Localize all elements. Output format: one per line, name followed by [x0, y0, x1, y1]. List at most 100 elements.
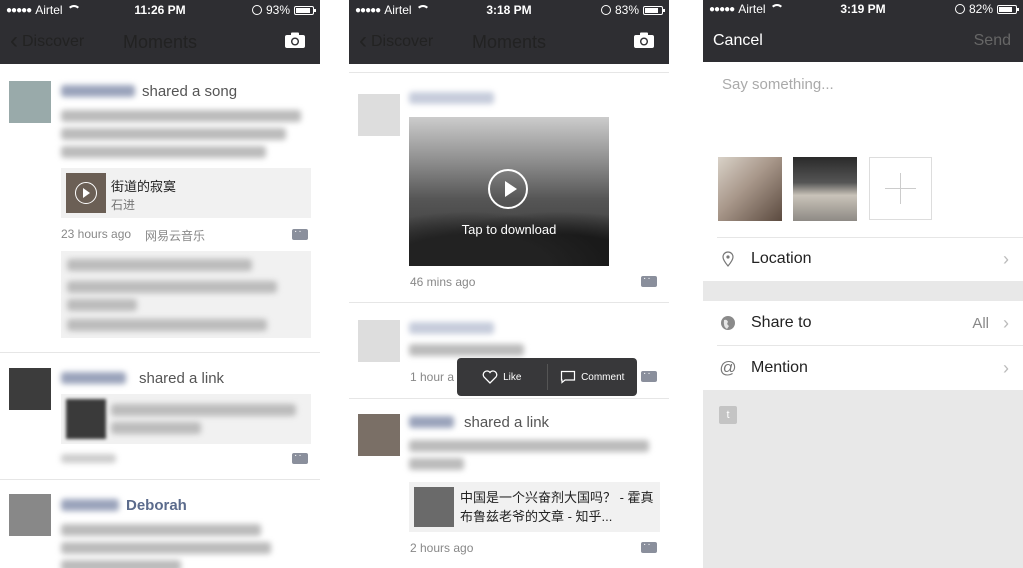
comment-icon[interactable]: [292, 450, 308, 464]
location-label: Location: [751, 250, 812, 267]
post-text-blurred: [61, 146, 266, 158]
compose-input[interactable]: Say something...: [722, 76, 834, 93]
avatar[interactable]: [9, 81, 51, 123]
avatar[interactable]: [358, 320, 400, 362]
username-blurred[interactable]: [409, 322, 494, 334]
post-time: 23 hours ago: [61, 227, 132, 241]
attached-photo[interactable]: [793, 157, 857, 221]
reply-blurred: [67, 281, 277, 293]
post-text-blurred: [409, 344, 524, 356]
username-blurred[interactable]: [409, 416, 454, 428]
battery-percent: 83%: [614, 3, 639, 17]
alarm-icon: [600, 5, 611, 15]
shared-song-label: shared a song: [142, 83, 238, 100]
like-comment-popup: Like Comment: [457, 358, 637, 396]
status-bar: ●●●●● Airtel 3:18 PM 83%: [349, 0, 669, 20]
play-icon: [75, 182, 97, 204]
post-author-name[interactable]: Deborah: [126, 497, 187, 514]
post-source[interactable]: 网易云音乐: [145, 227, 205, 244]
alarm-icon: [251, 5, 262, 15]
location-row[interactable]: Location ›: [717, 237, 1023, 281]
page-title: Moments: [122, 32, 198, 52]
username-blurred[interactable]: [61, 85, 135, 97]
link-text-blurred: [111, 422, 201, 434]
username-blurred[interactable]: [409, 92, 494, 104]
status-bar: ●●●●● Airtel 3:19 PM 82%: [703, 0, 1023, 18]
divider: [0, 352, 320, 353]
feed: Tap to download 46 mins ago 1 hour a Lik…: [349, 64, 669, 568]
divider: [349, 398, 669, 399]
share-to-label: Share to: [751, 314, 812, 331]
carrier-label: Airtel: [738, 2, 766, 16]
wifi-icon: [66, 5, 81, 15]
avatar[interactable]: [9, 368, 51, 410]
carrier-label: Airtel: [35, 3, 63, 17]
avatar[interactable]: [358, 94, 400, 136]
phone-moments-feed-1: ●●●●● Airtel 11:26 PM 93% ‹ Discover Mom…: [0, 0, 320, 568]
signal-icon: ●●●●●: [709, 3, 735, 15]
avatar[interactable]: [358, 414, 400, 456]
phone-moments-feed-2: ●●●●● Airtel 3:18 PM 83% ‹ Discover Mome…: [349, 0, 669, 568]
cancel-button[interactable]: Cancel: [713, 20, 763, 62]
like-label: Like: [503, 371, 522, 383]
comment-icon[interactable]: [641, 368, 657, 382]
camera-icon[interactable]: [284, 32, 306, 49]
avatar[interactable]: [9, 494, 51, 536]
like-button[interactable]: Like: [457, 358, 547, 396]
divider: [0, 479, 320, 480]
link-card[interactable]: 中国是一个兴奋剂大国吗？ - 霍真布鲁兹老爷的文章 - 知乎...: [409, 482, 660, 532]
video-thumbnail[interactable]: Tap to download: [409, 117, 609, 266]
song-card[interactable]: 街道的寂寞 石进: [61, 168, 311, 218]
username-blurred[interactable]: [61, 372, 126, 384]
chevron-right-icon: ›: [1003, 312, 1009, 333]
post-time: 1 hour a: [410, 370, 455, 384]
reply-blurred: [67, 259, 252, 271]
album-art: [66, 173, 106, 213]
globe-icon: [719, 314, 737, 332]
carrier-label: Airtel: [384, 3, 412, 17]
post-time: 46 mins ago: [410, 275, 476, 289]
battery-percent: 82%: [968, 2, 993, 16]
share-to-row[interactable]: Share to All ›: [717, 301, 1023, 345]
mention-label: Mention: [751, 359, 808, 376]
location-pin-icon: [719, 250, 737, 268]
mention-row[interactable]: @ Mention ›: [717, 346, 1023, 390]
play-icon[interactable]: [488, 169, 528, 209]
divider: [349, 72, 669, 73]
chevron-right-icon: ›: [1003, 248, 1009, 269]
battery-icon: [997, 4, 1019, 14]
comment-button[interactable]: Comment: [548, 358, 638, 396]
comment-label: Comment: [581, 371, 625, 383]
post-time: 2 hours ago: [410, 541, 474, 555]
page-title: Moments: [471, 32, 547, 52]
post-text-blurred: [61, 524, 261, 536]
link-thumb: [414, 487, 454, 527]
battery-icon: [294, 5, 316, 15]
reply-blurred: [67, 319, 267, 331]
phone-compose-moment: ●●●●● Airtel 3:19 PM 82% Cancel Send Say…: [703, 0, 1023, 568]
share-to-value: All: [972, 314, 989, 332]
post-text-blurred: [61, 560, 181, 568]
comment-icon[interactable]: [292, 226, 308, 240]
link-text-blurred: [111, 404, 296, 416]
send-button[interactable]: Send: [974, 20, 1011, 62]
replies-box: [61, 251, 311, 338]
wifi-icon: [415, 5, 430, 15]
reply-blurred: [67, 299, 137, 311]
attached-photo[interactable]: [718, 157, 782, 221]
alarm-icon: [954, 4, 965, 14]
post-text-blurred: [61, 128, 286, 140]
username-blurred[interactable]: [61, 499, 119, 511]
add-photo-button[interactable]: [869, 157, 932, 220]
comment-icon[interactable]: [641, 273, 657, 287]
tap-to-download-label[interactable]: Tap to download: [409, 222, 609, 237]
signal-icon: ●●●●●: [355, 4, 381, 16]
comment-icon[interactable]: [641, 539, 657, 553]
divider: [349, 302, 669, 303]
song-artist: 石进: [111, 198, 136, 212]
post-time-blurred: [61, 454, 116, 463]
link-card[interactable]: [61, 394, 311, 444]
twitter-icon[interactable]: t: [719, 406, 737, 424]
camera-icon[interactable]: [633, 32, 655, 49]
shared-link-label: shared a link: [139, 370, 225, 387]
